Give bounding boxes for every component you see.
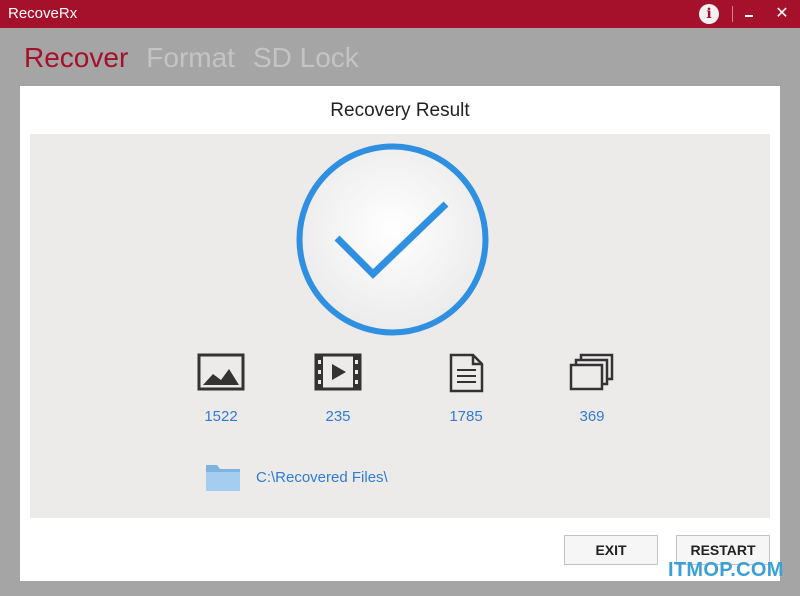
- title-bar: RecoveRx i ✕: [0, 0, 800, 28]
- main-nav: Recover Format SD Lock: [24, 42, 359, 76]
- folder-path: C:\Recovered Files\: [256, 468, 388, 486]
- document-icon: [449, 353, 484, 393]
- other-files-count: 369: [579, 408, 605, 425]
- exit-button[interactable]: EXIT: [564, 535, 658, 565]
- minimize-button[interactable]: [742, 3, 756, 23]
- info-icon[interactable]: i: [699, 4, 719, 24]
- recovered-folder-link[interactable]: C:\Recovered Files\: [205, 460, 388, 494]
- photo-icon: [197, 353, 245, 391]
- result-area: 1522 235 1785 369 C:\Recovered Files\: [30, 134, 770, 518]
- stat-videos: 235: [298, 353, 378, 425]
- document-count: 1785: [449, 408, 483, 425]
- tab-recover[interactable]: Recover: [24, 42, 128, 76]
- page-title: Recovery Result: [330, 100, 470, 121]
- app-title: RecoveRx: [8, 5, 78, 22]
- stat-other-files: 369: [552, 353, 632, 425]
- photo-count: 1522: [204, 408, 238, 425]
- other-files-icon: [569, 353, 614, 391]
- tab-format[interactable]: Format: [146, 42, 235, 76]
- success-check-icon: [296, 143, 489, 336]
- close-button[interactable]: ✕: [773, 2, 791, 24]
- video-icon: [314, 353, 362, 391]
- tab-sd-lock[interactable]: SD Lock: [253, 42, 359, 76]
- title-separator: [732, 6, 733, 22]
- folder-icon: [206, 465, 240, 491]
- watermark: ITMOP.COM: [668, 559, 784, 581]
- stat-photos: 1522: [181, 353, 261, 425]
- video-count: 235: [325, 408, 351, 425]
- stat-documents: 1785: [426, 353, 506, 425]
- result-panel: Recovery Result 1522 235 1785 369 C:\Rec…: [20, 86, 780, 581]
